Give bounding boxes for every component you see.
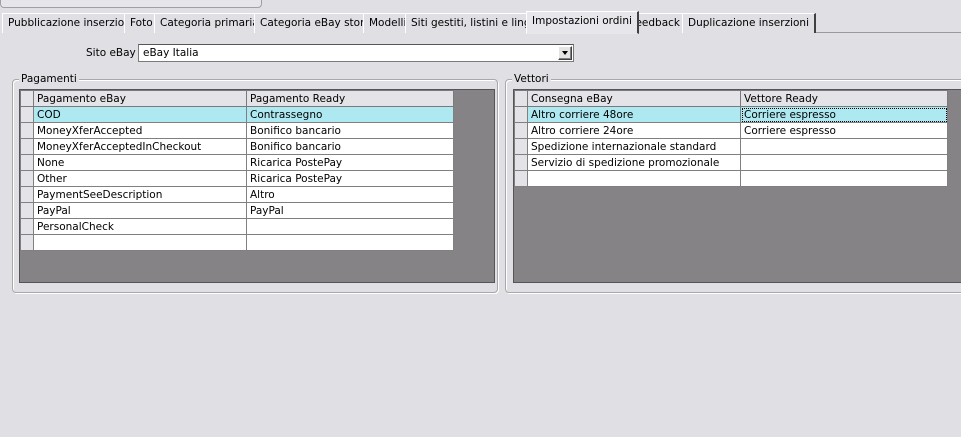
column-header[interactable]: Vettore Ready <box>740 90 948 107</box>
row-selector[interactable] <box>20 122 34 139</box>
table-row[interactable]: MoneyXferAccepted Bonifico bancario <box>20 122 454 139</box>
carriers-group: Vettori Consegna eBay Vettore Ready Altr… <box>505 73 961 293</box>
table-cell[interactable] <box>246 234 454 251</box>
table-cell[interactable] <box>527 170 741 187</box>
table-row[interactable]: PayPal PayPal <box>20 202 454 219</box>
table-cell[interactable]: Ricarica PostePay <box>246 170 454 187</box>
tab-pubblicazione-inserzioni[interactable]: Pubblicazione inserzioni <box>2 13 141 33</box>
table-cell[interactable]: PaymentSeeDescription <box>33 186 247 203</box>
row-selector[interactable] <box>20 218 34 235</box>
table-cell[interactable]: Ricarica PostePay <box>246 154 454 171</box>
table-cell[interactable]: None <box>33 154 247 171</box>
row-selector[interactable] <box>514 106 528 123</box>
table-cell[interactable] <box>740 154 948 171</box>
table-cell[interactable]: PayPal <box>33 202 247 219</box>
new-row[interactable] <box>514 170 948 187</box>
table-cell-focused[interactable]: Corriere espresso <box>740 106 948 123</box>
table-cell[interactable]: Other <box>33 170 247 187</box>
row-selector[interactable] <box>20 186 34 203</box>
row-selector[interactable] <box>20 234 34 251</box>
table-header-row: Pagamento eBay Pagamento Ready <box>20 90 454 107</box>
table-row[interactable]: Spedizione internazionale standard <box>514 138 948 155</box>
column-header[interactable]: Pagamento eBay <box>33 90 247 107</box>
row-selector[interactable] <box>20 154 34 171</box>
row-header-corner <box>20 90 34 107</box>
tab-categoria-primaria[interactable]: Categoria primaria <box>154 13 266 33</box>
table-cell[interactable]: COD <box>33 106 247 123</box>
row-selector[interactable] <box>514 170 528 187</box>
table-cell[interactable]: PayPal <box>246 202 454 219</box>
top-panel-edge <box>0 0 262 8</box>
table-row[interactable]: PaymentSeeDescription Altro <box>20 186 454 203</box>
tab-duplicazione-inserzioni[interactable]: Duplicazione inserzioni <box>682 13 816 33</box>
row-header-corner <box>514 90 528 107</box>
table-row[interactable]: Servizio di spedizione promozionale <box>514 154 948 171</box>
tab-impostazioni-ordini[interactable]: Impostazioni ordini <box>526 11 639 34</box>
column-header[interactable]: Consegna eBay <box>527 90 741 107</box>
table-row[interactable]: PersonalCheck <box>20 218 454 235</box>
table-cell[interactable]: Altro <box>246 186 454 203</box>
table-cell[interactable] <box>740 170 948 187</box>
tab-categoria-ebay-store[interactable]: Categoria eBay store <box>254 13 378 33</box>
table-cell[interactable]: Servizio di spedizione promozionale <box>527 154 741 171</box>
table-header-row: Consegna eBay Vettore Ready <box>514 90 948 107</box>
row-selector[interactable] <box>20 106 34 123</box>
row-selector[interactable] <box>20 138 34 155</box>
table-cell[interactable]: PersonalCheck <box>33 218 247 235</box>
table-cell[interactable]: Altro corriere 48ore <box>527 106 741 123</box>
payments-title: Pagamenti <box>19 73 79 85</box>
table-row[interactable]: MoneyXferAcceptedInCheckout Bonifico ban… <box>20 138 454 155</box>
row-selector[interactable] <box>514 154 528 171</box>
payments-grid: Pagamento eBay Pagamento Ready COD Contr… <box>19 89 495 283</box>
row-selector[interactable] <box>514 122 528 139</box>
table-row[interactable]: Altro corriere 24ore Corriere espresso <box>514 122 948 139</box>
payments-table: Pagamento eBay Pagamento Ready COD Contr… <box>20 90 454 251</box>
site-select[interactable]: eBay Italia <box>138 44 574 62</box>
table-cell[interactable] <box>33 234 247 251</box>
table-cell[interactable]: Altro corriere 24ore <box>527 122 741 139</box>
table-row[interactable]: Other Ricarica PostePay <box>20 170 454 187</box>
table-cell[interactable]: Contrassegno <box>246 106 454 123</box>
new-row[interactable] <box>20 234 454 251</box>
carriers-table: Consegna eBay Vettore Ready Altro corrie… <box>514 90 948 187</box>
row-selector[interactable] <box>20 170 34 187</box>
table-cell[interactable]: MoneyXferAccepted <box>33 122 247 139</box>
site-label: Sito eBay : <box>86 47 143 59</box>
table-cell[interactable]: Corriere espresso <box>740 122 948 139</box>
column-header[interactable]: Pagamento Ready <box>246 90 454 107</box>
row-selector[interactable] <box>514 138 528 155</box>
table-cell[interactable]: Bonifico bancario <box>246 138 454 155</box>
tab-bar: Pubblicazione inserzioni Foto Categoria … <box>2 11 961 34</box>
carriers-title: Vettori <box>512 73 551 85</box>
table-cell[interactable]: MoneyXferAcceptedInCheckout <box>33 138 247 155</box>
site-select-value: eBay Italia <box>143 47 199 59</box>
table-row[interactable]: None Ricarica PostePay <box>20 154 454 171</box>
row-selector[interactable] <box>20 202 34 219</box>
table-cell[interactable]: Bonifico bancario <box>246 122 454 139</box>
table-cell[interactable]: Spedizione internazionale standard <box>527 138 741 155</box>
table-row[interactable]: Altro corriere 48ore Corriere espresso <box>514 106 948 123</box>
table-cell[interactable] <box>246 218 454 235</box>
carriers-grid: Consegna eBay Vettore Ready Altro corrie… <box>513 89 961 283</box>
table-cell[interactable] <box>740 138 948 155</box>
chevron-down-icon[interactable] <box>558 46 572 60</box>
table-row[interactable]: COD Contrassegno <box>20 106 454 123</box>
payments-group: Pagamenti Pagamento eBay Pagamento Ready… <box>12 73 498 293</box>
